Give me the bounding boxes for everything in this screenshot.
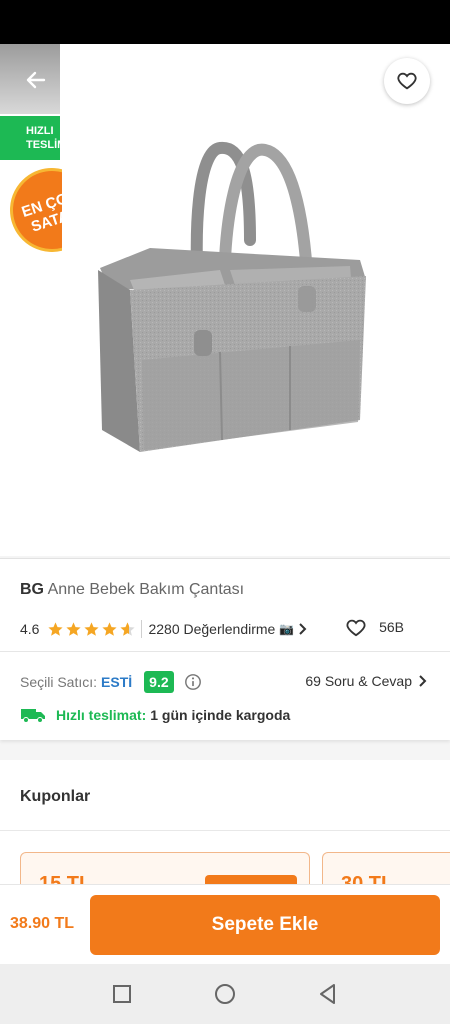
star-icon <box>84 621 100 636</box>
heart-icon <box>397 72 417 90</box>
product-name: Anne Bebek Bakım Çantası <box>47 581 245 598</box>
star-icon <box>120 621 136 636</box>
camera-icon: 📷 <box>279 622 295 636</box>
seller-label: Seçili Satıcı: <box>20 674 98 690</box>
favorite-count-value: 56B <box>379 619 404 635</box>
favorite-button[interactable] <box>384 58 430 104</box>
delivery-label: Hızlı teslimat: <box>56 707 147 723</box>
seller-row: Seçili Satıcı: ESTİ 9.2 69 Soru & Cevap <box>20 669 430 695</box>
divider <box>0 651 450 652</box>
product-bag-image <box>98 141 366 452</box>
fast-delivery-badge: HIZLI TESLİMAT <box>0 116 60 160</box>
seller-name[interactable]: ESTİ <box>101 674 132 690</box>
back-nav-button[interactable] <box>308 974 348 1014</box>
seller-score-badge: 9.2 <box>144 671 174 693</box>
square-icon <box>112 985 131 1003</box>
product-brand[interactable]: BG <box>20 581 44 598</box>
truck-icon <box>21 709 45 723</box>
home-button[interactable] <box>205 974 245 1014</box>
fast-delivery-line2: TESLİMAT <box>26 139 60 151</box>
product-info-card: BG Anne Bebek Bakım Çantası 4.6 2280 Değ… <box>0 558 450 740</box>
fast-delivery-line1: HIZLI <box>26 125 54 137</box>
heart-icon <box>346 619 366 637</box>
coupons-section: Kuponlar 15 TL 30 TL <box>0 760 450 892</box>
divider <box>0 830 450 831</box>
triangle-back-icon <box>320 984 336 1004</box>
delivery-text: 1 gün içinde kargoda <box>150 707 291 723</box>
chevron-right-icon <box>419 675 427 687</box>
favorite-count[interactable]: 56B <box>345 617 404 637</box>
status-bar <box>0 0 450 44</box>
product-image-area[interactable]: HIZLI TESLİMAT EN ÇOK SATAN <box>0 44 450 556</box>
info-icon[interactable] <box>184 673 202 691</box>
best-seller-badge: EN ÇOK SATAN <box>10 168 62 252</box>
star-icon <box>48 621 64 636</box>
qa-text: 69 Soru & Cevap <box>305 673 412 689</box>
recent-apps-button[interactable] <box>102 974 142 1014</box>
arrow-left-icon <box>26 71 46 89</box>
qa-link[interactable]: 69 Soru & Cevap <box>305 673 430 689</box>
coupons-title: Kuponlar <box>20 788 91 805</box>
rating-row: 4.6 2280 Değerlendirme 📷 56B <box>20 617 430 641</box>
delivery-row: Hızlı teslimat: 1 gün içinde kargoda <box>20 707 290 723</box>
price: 38.90 TL <box>10 915 75 932</box>
bottom-purchase-bar: 38.90 TL Sepete Ekle <box>0 884 450 964</box>
add-to-cart-button[interactable]: Sepete Ekle <box>90 895 440 955</box>
star-icon <box>102 621 118 636</box>
reviews-count: 2280 Değerlendirme <box>148 621 276 637</box>
reviews-link[interactable]: 2280 Değerlendirme 📷 <box>148 621 308 637</box>
rating-value: 4.6 <box>20 621 40 637</box>
product-title: BG Anne Bebek Bakım Çantası <box>20 581 244 599</box>
chevron-right-icon <box>299 623 307 635</box>
star-icon <box>66 621 82 636</box>
rating-divider <box>141 620 143 638</box>
circle-icon <box>214 984 235 1004</box>
back-button[interactable] <box>16 60 56 100</box>
rating-stars <box>47 621 137 638</box>
system-nav-bar <box>0 964 450 1024</box>
